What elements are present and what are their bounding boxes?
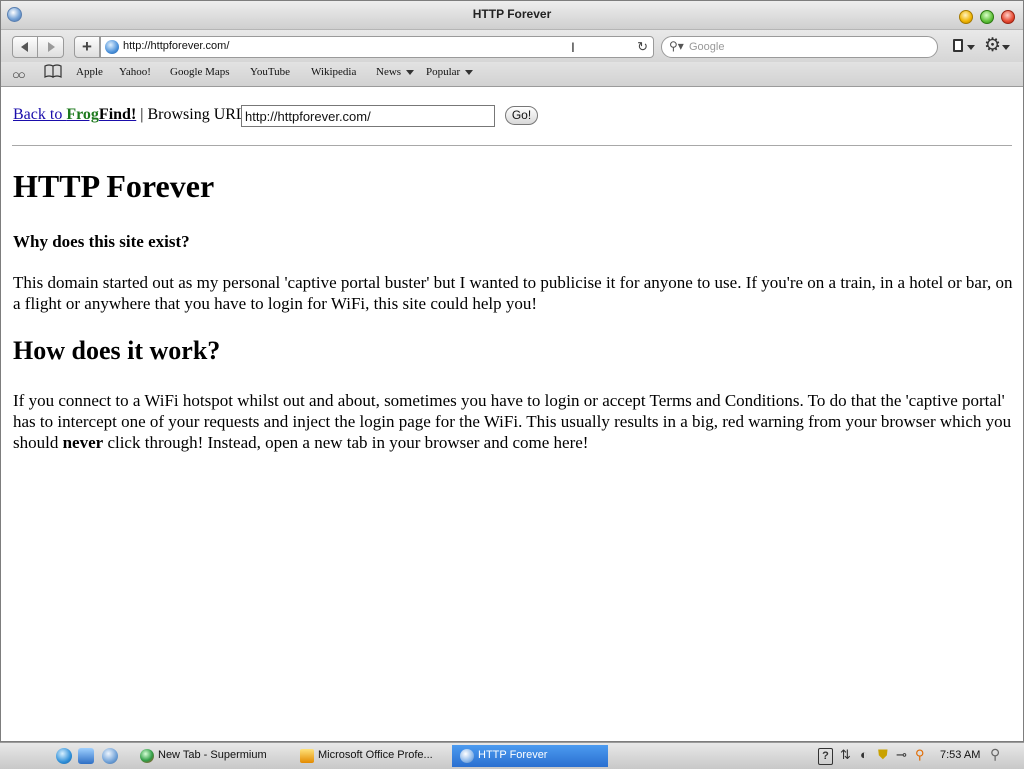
how-paragraph: If you connect to a WiFi hotspot whilst … xyxy=(13,390,1013,453)
bookmark-popular-menu[interactable]: Popular xyxy=(426,66,474,78)
chevron-down-icon xyxy=(1002,45,1010,50)
forward-arrow-icon xyxy=(48,42,55,52)
taskbar-item-new-tab[interactable]: New Tab - Supermium xyxy=(132,745,284,767)
clock: 7:53 AM xyxy=(940,749,981,761)
chevron-down-icon xyxy=(406,69,415,75)
taskbar-item-label: New Tab - Supermium xyxy=(158,749,267,761)
intro-paragraph: This domain started out as my personal '… xyxy=(13,273,1013,313)
globe-icon xyxy=(105,40,119,54)
search-field[interactable]: ⚲▾ Google xyxy=(661,36,938,58)
taskbar-item-office[interactable]: Microsoft Office Profe... xyxy=(292,745,444,767)
settings-menu-button[interactable]: ⚙ xyxy=(984,35,1010,56)
bookmark-yahoo[interactable]: Yahoo! xyxy=(119,66,151,78)
page-icon xyxy=(953,39,963,52)
browser-window: HTTP Forever + http://httpforever.com/ I… xyxy=(0,0,1024,742)
back-link-frog: Frog xyxy=(66,106,99,123)
divider xyxy=(12,145,1012,146)
address-bar[interactable]: http://httpforever.com/ I ↻ xyxy=(100,36,654,58)
bookmarks-book-icon[interactable] xyxy=(44,64,62,78)
reading-list-icon[interactable]: ○○ xyxy=(12,67,26,82)
taskbar-item-label: HTTP Forever xyxy=(478,749,548,761)
volume-icon[interactable]: ◐ xyxy=(860,747,868,762)
plus-icon: + xyxy=(82,37,92,56)
search-placeholder: Google xyxy=(689,41,725,53)
office-installer-icon xyxy=(300,749,314,763)
magnifier-tray-icon[interactable]: ⚲ xyxy=(915,747,925,763)
help-icon[interactable]: ? xyxy=(818,748,833,765)
forward-button[interactable] xyxy=(37,36,64,58)
add-bookmark-button[interactable]: + xyxy=(74,36,100,58)
address-text[interactable]: http://httpforever.com/ xyxy=(123,40,229,52)
bookmark-news-label: News xyxy=(376,66,402,78)
back-link-prefix: Back to xyxy=(13,106,67,123)
text-cursor-icon: I xyxy=(571,39,575,55)
bookmark-google-maps[interactable]: Google Maps xyxy=(170,66,230,78)
bookmark-wikipedia[interactable]: Wikipedia xyxy=(311,66,356,78)
never-emphasis: never xyxy=(62,433,104,452)
chevron-down-icon xyxy=(465,69,474,75)
browsing-url-input[interactable]: http://httpforever.com/ xyxy=(241,105,495,127)
bookmark-popular-label: Popular xyxy=(426,66,461,78)
browser-quicklaunch-icon[interactable] xyxy=(102,748,118,764)
page-heading: HTTP Forever xyxy=(13,168,215,204)
back-arrow-icon xyxy=(21,42,28,52)
reload-icon[interactable]: ↻ xyxy=(637,39,648,55)
back-link-find: Find! xyxy=(98,106,137,123)
taskbar-item-label: Microsoft Office Profe... xyxy=(318,749,433,761)
bookmark-news-menu[interactable]: News xyxy=(376,66,415,78)
finder-icon[interactable] xyxy=(78,748,94,764)
why-subheading: Why does this site exist? xyxy=(13,232,190,251)
bookmark-apple[interactable]: Apple xyxy=(76,66,103,78)
title-bar[interactable]: HTTP Forever xyxy=(1,1,1023,30)
internet-explorer-icon[interactable] xyxy=(56,748,72,764)
window-title: HTTP Forever xyxy=(472,7,552,21)
taskbar-item-http-forever[interactable]: HTTP Forever xyxy=(452,745,608,767)
network-icon[interactable]: ⇅ xyxy=(840,747,851,763)
how-paragraph-part2: click through! Instead, open a new tab i… xyxy=(103,433,589,452)
supermium-icon xyxy=(140,749,154,763)
plug-icon[interactable]: ⊸ xyxy=(896,747,907,763)
browsing-url-label: | Browsing URL: xyxy=(136,106,251,123)
taskbar: New Tab - Supermium Microsoft Office Pro… xyxy=(0,742,1024,769)
page-menu-button[interactable] xyxy=(953,36,977,56)
page-content: Back to FrogFind! | Browsing URL: http:/… xyxy=(1,87,1023,741)
bookmarks-bar: ○○ Apple Yahoo! Google Maps YouTube Wiki… xyxy=(1,62,1023,87)
bookmark-youtube[interactable]: YouTube xyxy=(250,66,290,78)
close-button[interactable] xyxy=(1001,10,1015,24)
chevron-down-icon xyxy=(967,45,975,50)
search-icon[interactable]: ⚲ xyxy=(990,746,1000,763)
go-button[interactable]: Go! xyxy=(505,106,538,125)
search-icon[interactable]: ⚲▾ xyxy=(669,39,684,53)
browser-icon xyxy=(460,749,474,763)
how-heading: How does it work? xyxy=(13,336,221,365)
navigation-toolbar: + http://httpforever.com/ I ↻ ⚲▾ Google … xyxy=(1,30,1023,62)
maximize-button[interactable] xyxy=(980,10,994,24)
minimize-button[interactable] xyxy=(959,10,973,24)
shield-icon[interactable]: ⛊ xyxy=(878,747,888,763)
back-button[interactable] xyxy=(12,36,38,58)
back-to-frogfind-link[interactable]: Back to FrogFind! xyxy=(13,106,136,123)
frogfind-header: Back to FrogFind! | Browsing URL: xyxy=(13,106,250,124)
gear-icon: ⚙ xyxy=(984,35,1002,56)
